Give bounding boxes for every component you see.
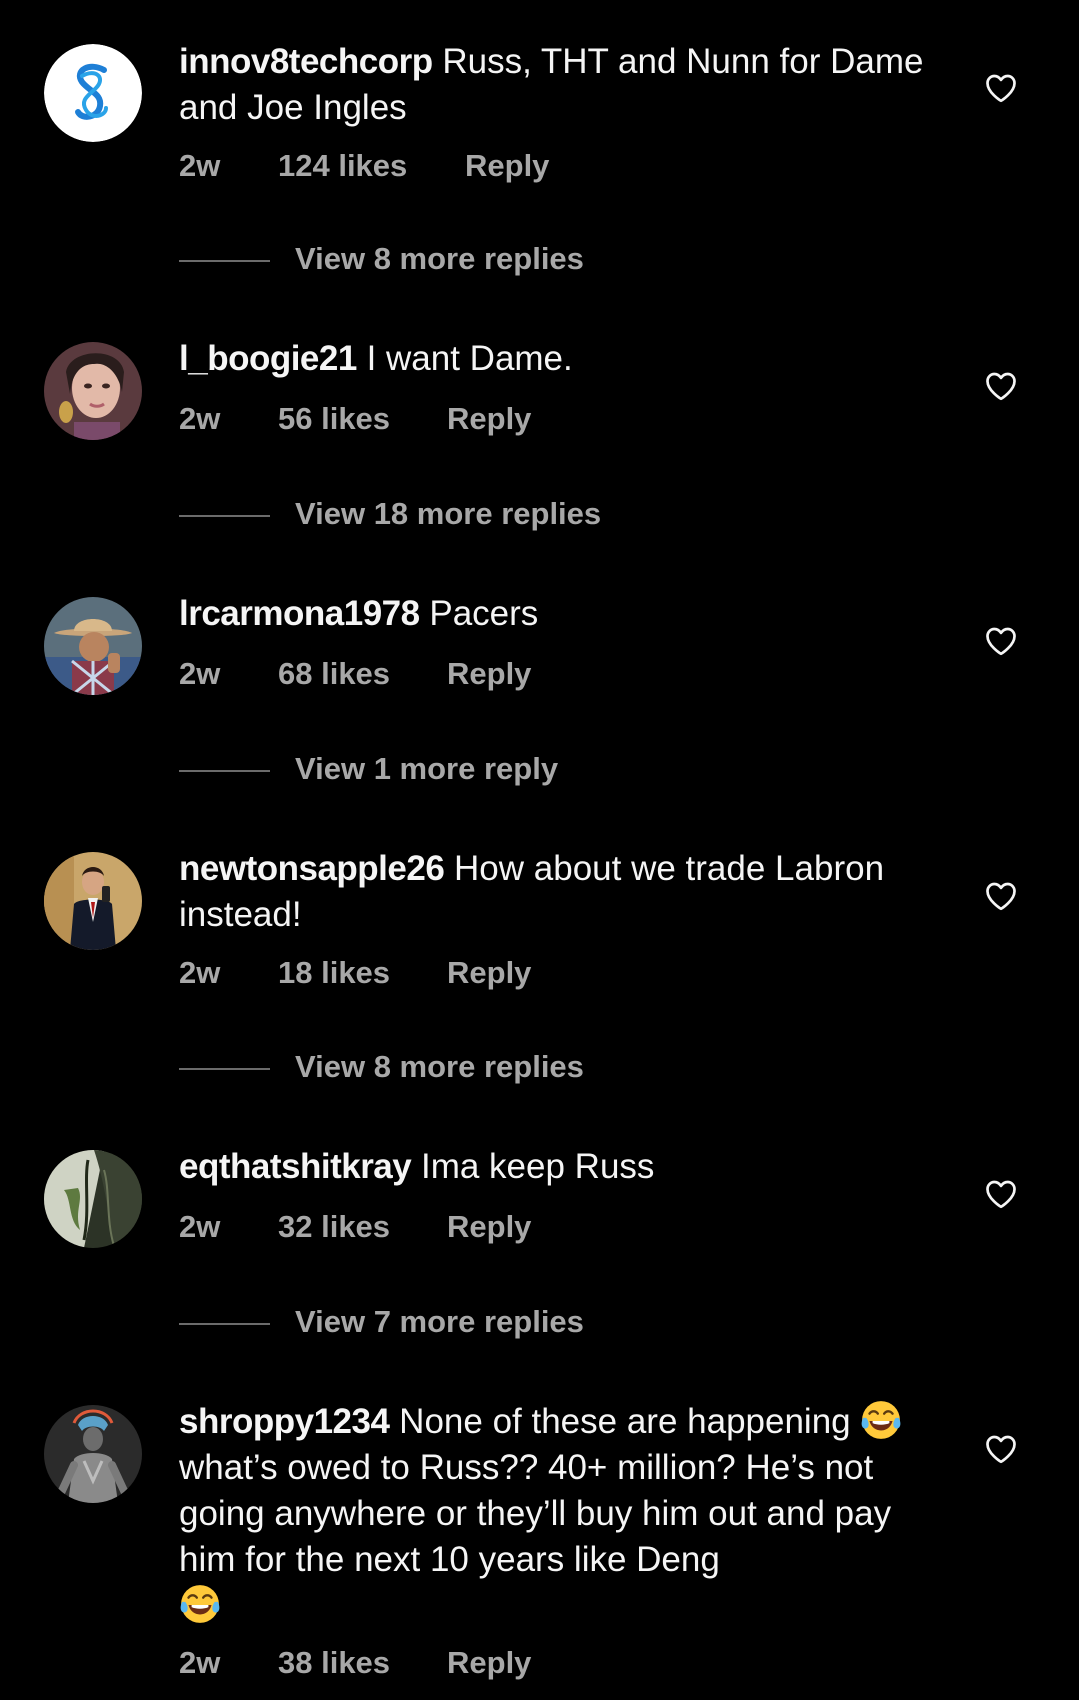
- heart-outline-icon[interactable]: [983, 1431, 1019, 1467]
- comment-username[interactable]: lrcarmona1978: [179, 594, 420, 633]
- user-avatar[interactable]: [44, 1150, 142, 1248]
- reply-button[interactable]: Reply: [447, 1645, 531, 1681]
- heart-outline-icon[interactable]: [983, 1176, 1019, 1212]
- comment-text: eqthatshitkray Ima keep Russ: [179, 1144, 939, 1190]
- comment-meta: 2w 18 likes Reply: [179, 955, 531, 991]
- comment-username[interactable]: innov8techcorp: [179, 42, 433, 81]
- comment-meta: 2w 56 likes Reply: [179, 401, 531, 437]
- comment-age: 2w: [179, 1209, 221, 1244]
- face-with-tears-of-joy-icon: [180, 1585, 220, 1623]
- comment-age: 2w: [179, 1645, 221, 1680]
- reply-button[interactable]: Reply: [465, 148, 549, 184]
- comment-age: 2w: [179, 955, 221, 990]
- comment-meta: 2w 32 likes Reply: [179, 1209, 531, 1245]
- outdoor-photo-icon: [44, 1150, 142, 1248]
- comment-body: Ima keep Russ: [420, 1147, 655, 1186]
- like-count[interactable]: 38 likes: [278, 1645, 447, 1681]
- heart-outline-icon[interactable]: [983, 368, 1019, 404]
- comment-meta: 2w 124 likes Reply: [179, 148, 549, 184]
- comment-age: 2w: [179, 148, 221, 183]
- reply-divider: [179, 260, 270, 262]
- comment-text: newtonsapple26 How about we trade Labron…: [179, 846, 939, 938]
- reply-divider: [179, 770, 270, 772]
- user-avatar[interactable]: [44, 852, 142, 950]
- woman-portrait-icon: [44, 342, 142, 440]
- heart-outline-icon[interactable]: [983, 623, 1019, 659]
- user-avatar[interactable]: [44, 44, 142, 142]
- comment-age: 2w: [179, 656, 221, 691]
- comment-body: Pacers: [429, 594, 539, 633]
- user-avatar[interactable]: [44, 342, 142, 440]
- user-avatar[interactable]: [44, 597, 142, 695]
- like-count[interactable]: 18 likes: [278, 955, 447, 991]
- comment-username[interactable]: shroppy1234: [179, 1402, 390, 1441]
- comment-body: None of these are happening: [399, 1402, 861, 1441]
- like-count[interactable]: 56 likes: [278, 401, 447, 437]
- reply-divider: [179, 1068, 270, 1070]
- reply-button[interactable]: Reply: [447, 955, 531, 991]
- comment-username[interactable]: l_boogie21: [179, 339, 357, 378]
- view-replies-label[interactable]: View 18 more replies: [295, 496, 601, 532]
- view-replies-label[interactable]: View 1 more reply: [295, 751, 558, 787]
- view-replies-label[interactable]: View 8 more replies: [295, 1049, 584, 1085]
- reply-button[interactable]: Reply: [447, 1209, 531, 1245]
- comment-age: 2w: [179, 401, 221, 436]
- heart-outline-icon[interactable]: [983, 70, 1019, 106]
- reply-divider: [179, 515, 270, 517]
- face-with-tears-of-joy-icon: [861, 1401, 901, 1439]
- user-avatar[interactable]: [44, 1405, 142, 1503]
- heart-outline-icon[interactable]: [983, 878, 1019, 914]
- comment-text: shroppy1234 None of these are happening …: [179, 1399, 939, 1629]
- comment-username[interactable]: eqthatshitkray: [179, 1147, 412, 1186]
- like-count[interactable]: 32 likes: [278, 1209, 447, 1245]
- reply-button[interactable]: Reply: [447, 401, 531, 437]
- comment-meta: 2w 38 likes Reply: [179, 1645, 531, 1681]
- reply-divider: [179, 1323, 270, 1325]
- view-replies-label[interactable]: View 7 more replies: [295, 1304, 584, 1340]
- superhero-icon: [44, 1405, 142, 1503]
- reply-button[interactable]: Reply: [447, 656, 531, 692]
- s-logo-icon: [44, 44, 142, 142]
- like-count[interactable]: 124 likes: [278, 148, 465, 184]
- comment-body: I want Dame.: [366, 339, 573, 378]
- comment-meta: 2w 68 likes Reply: [179, 656, 531, 692]
- man-in-suit-icon: [44, 852, 142, 950]
- comment-text: innov8techcorp Russ, THT and Nunn for Da…: [179, 39, 939, 131]
- view-replies-label[interactable]: View 8 more replies: [295, 241, 584, 277]
- comment-text: lrcarmona1978 Pacers: [179, 591, 939, 637]
- cowboy-hat-icon: [44, 597, 142, 695]
- comment-text: l_boogie21 I want Dame.: [179, 336, 939, 382]
- comment-body-continued: what’s owed to Russ?? 40+ million? He’s …: [179, 1448, 892, 1579]
- like-count[interactable]: 68 likes: [278, 656, 447, 692]
- comment-username[interactable]: newtonsapple26: [179, 849, 445, 888]
